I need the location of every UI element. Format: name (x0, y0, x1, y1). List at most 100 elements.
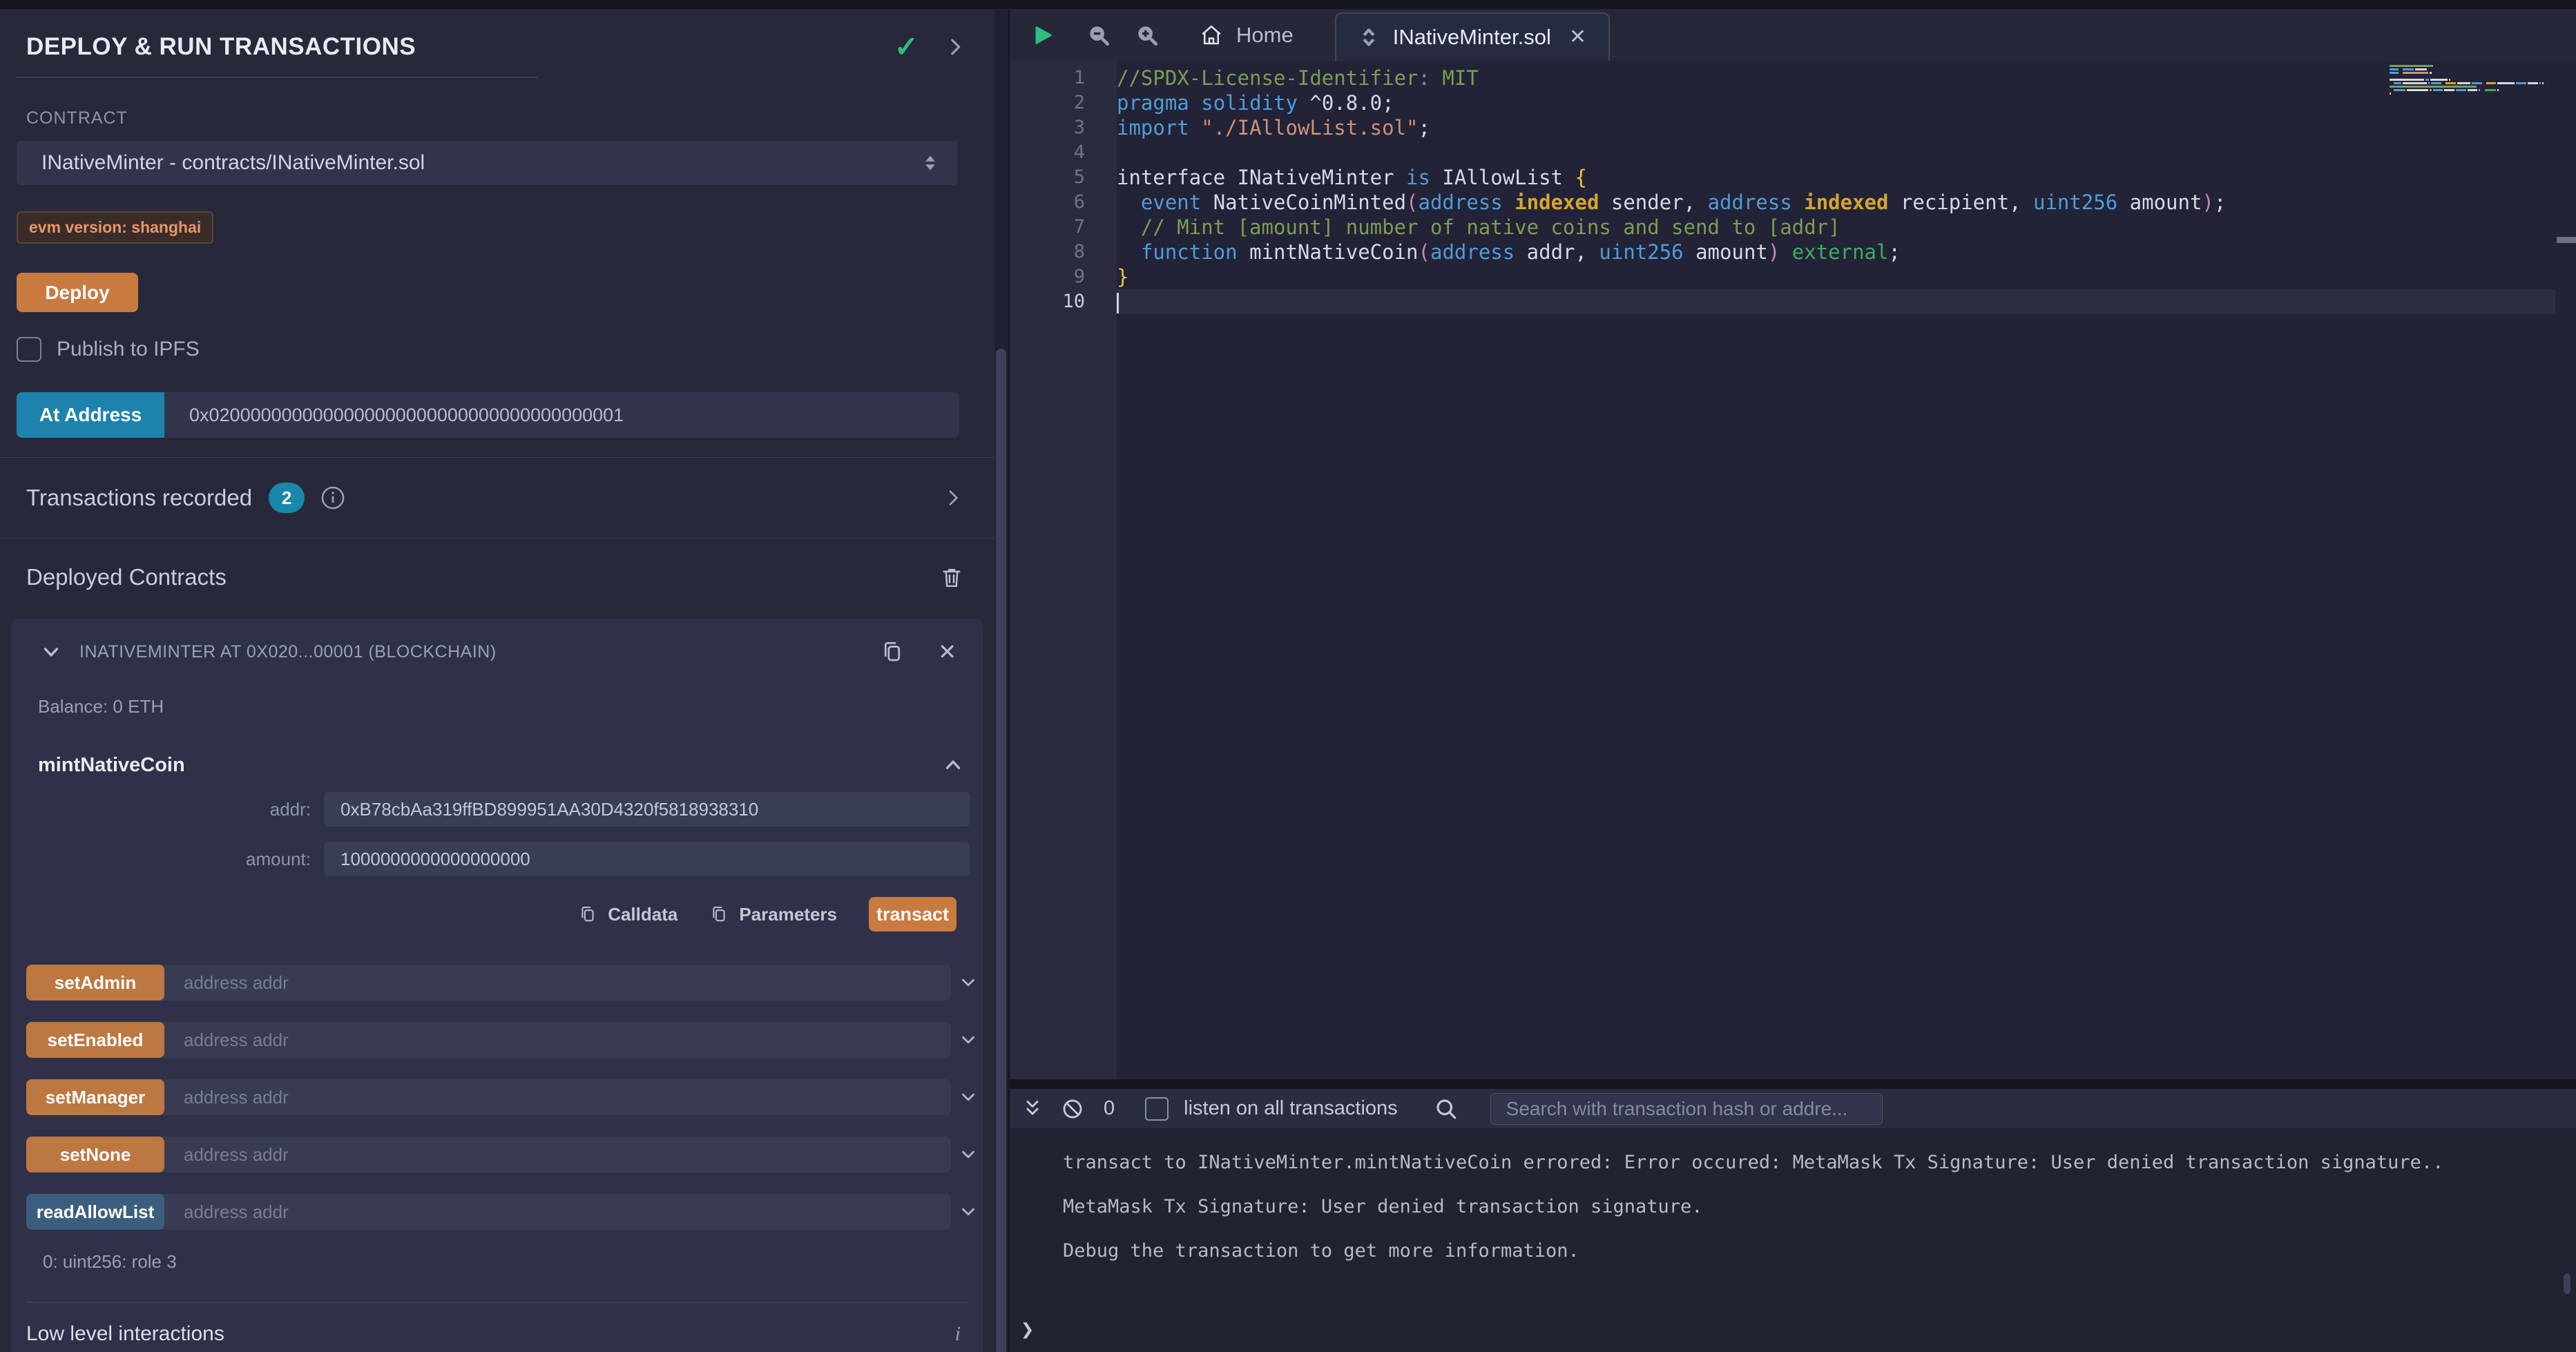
code-line[interactable]: interface INativeMinter is IAllowList { (1117, 165, 2383, 190)
copy-calldata-button[interactable]: Calldata (578, 904, 677, 925)
low-level-header: Low level interactions i (26, 1322, 961, 1346)
deployed-contracts-title: Deployed Contracts (26, 564, 227, 590)
copy-address-icon[interactable] (880, 639, 905, 664)
select-caret-icon (918, 151, 943, 175)
amount-field-input[interactable] (324, 842, 970, 876)
at-address-input[interactable] (164, 392, 959, 438)
terminal-output[interactable]: transact to INativeMinter.mintNativeCoin… (1010, 1128, 2576, 1352)
line-number: 7 (1010, 215, 1117, 240)
chevron-down-icon[interactable] (958, 1201, 979, 1222)
function-input-readAllowList[interactable] (164, 1194, 951, 1230)
instance-header[interactable]: INATIVEMINTER AT 0X020...00001 (BLOCKCHA… (12, 619, 983, 664)
transactions-recorded-row[interactable]: Transactions recorded 2 (0, 457, 994, 539)
function-row-setEnabled: setEnabled (26, 1022, 951, 1058)
remix-ide-window: DEPLOY & RUN TRANSACTIONS ✓ CONTRACT INa… (0, 0, 2576, 1352)
code-lines: //SPDX-License-Identifier: MITpragma sol… (1117, 66, 2383, 314)
contract-label: CONTRACT (26, 108, 994, 128)
tab-home[interactable]: Home (1199, 23, 1294, 48)
collapse-panel-icon[interactable] (943, 35, 967, 59)
function-row-setManager: setManager (26, 1079, 951, 1115)
code-area[interactable]: 12345678910 //SPDX-License-Identifier: M… (1010, 61, 2576, 1079)
code-line[interactable] (1117, 289, 2383, 314)
line-number: 6 (1010, 190, 1117, 215)
at-address-button[interactable]: At Address (17, 392, 164, 438)
terminal-log-line[interactable]: transact to INativeMinter.mintNativeCoin… (1063, 1141, 2576, 1185)
function-button-setManager[interactable]: setManager (26, 1079, 164, 1115)
amount-field-row: amount: (12, 842, 970, 876)
info-icon (320, 485, 346, 511)
function-row-setAdmin: setAdmin (26, 965, 951, 1001)
function-input-setAdmin[interactable] (164, 965, 951, 1001)
close-tab-icon[interactable]: ✕ (1569, 27, 1586, 48)
listen-all-transactions-checkbox[interactable] (1145, 1097, 1169, 1121)
publish-ipfs-checkbox[interactable] (17, 337, 41, 362)
open-function-header[interactable]: mintNativeCoin (38, 753, 965, 777)
publish-ipfs-row: Publish to IPFS (17, 337, 994, 362)
line-number: 9 (1010, 264, 1117, 289)
instance-title: INATIVEMINTER AT 0X020...00001 (BLOCKCHA… (79, 642, 497, 662)
terminal-prompt[interactable]: ❯ (1021, 1316, 1034, 1342)
copy-parameters-button[interactable]: Parameters (709, 904, 837, 925)
code-line[interactable] (1117, 140, 2383, 165)
code-line[interactable]: //SPDX-License-Identifier: MIT (1117, 66, 2383, 90)
chevron-down-icon[interactable] (958, 1087, 979, 1108)
terminal-log-line[interactable]: Debug the transaction to get more inform… (1063, 1229, 2576, 1273)
overview-ruler-cursor-marker (2557, 237, 2576, 243)
code-line[interactable]: // Mint [amount] number of native coins … (1117, 215, 2383, 240)
function-input-setEnabled[interactable] (164, 1022, 951, 1058)
transact-button[interactable]: transact (869, 897, 957, 931)
function-action-row: Calldata Parameters transact (12, 897, 957, 931)
function-button-setEnabled[interactable]: setEnabled (26, 1022, 164, 1058)
code-line[interactable]: pragma solidity ^0.8.0; (1117, 90, 2383, 115)
function-button-setAdmin[interactable]: setAdmin (26, 965, 164, 1001)
page-title: DEPLOY & RUN TRANSACTIONS (26, 33, 416, 61)
line-number: 1 (1010, 66, 1117, 90)
addr-field-input[interactable] (324, 792, 970, 827)
text-cursor (1117, 293, 1119, 313)
code-line[interactable]: event NativeCoinMinted(address indexed s… (1117, 190, 2383, 215)
function-input-setNone[interactable] (164, 1137, 951, 1172)
chevron-down-icon[interactable] (958, 1144, 979, 1165)
collapse-terminal-icon[interactable] (1021, 1097, 1044, 1121)
chevron-up-icon[interactable] (941, 753, 965, 777)
solidity-file-icon (1358, 26, 1379, 49)
terminal: 0 listen on all transactions transact to… (1008, 1089, 2576, 1352)
line-number: 5 (1010, 165, 1117, 190)
panel-scrollbar-thumb[interactable] (996, 349, 1006, 1352)
zoom-in-icon[interactable] (1134, 22, 1160, 48)
copy-calldata-label: Calldata (608, 904, 677, 925)
deploy-button[interactable]: Deploy (17, 273, 138, 312)
contract-select-value: INativeMinter - contracts/INativeMinter.… (17, 151, 425, 175)
minimap-line (2390, 95, 2555, 98)
function-input-setManager[interactable] (164, 1079, 951, 1115)
close-instance-icon[interactable]: ✕ (938, 641, 957, 663)
window-top-strip (0, 0, 2576, 9)
pending-tx-count: 0 (1104, 1097, 1115, 1120)
clear-console-icon[interactable] (1061, 1097, 1084, 1121)
run-script-icon[interactable] (1030, 21, 1055, 49)
chevron-down-icon[interactable] (958, 1030, 979, 1050)
contract-select[interactable]: INativeMinter - contracts/INativeMinter.… (17, 141, 958, 185)
terminal-toolbar: 0 listen on all transactions (1010, 1089, 2576, 1128)
chevron-down-icon[interactable] (39, 640, 63, 664)
transactions-expand-icon[interactable] (942, 487, 964, 509)
minimap[interactable] (2390, 61, 2555, 98)
code-line[interactable]: function mintNativeCoin(address addr, ui… (1117, 240, 2383, 264)
open-function-name: mintNativeCoin (38, 754, 185, 777)
function-button-readAllowList[interactable]: readAllowList (26, 1194, 164, 1230)
terminal-scrollbar-thumb[interactable] (2564, 1273, 2570, 1294)
zoom-out-icon[interactable] (1086, 22, 1112, 48)
transactions-count-badge: 2 (269, 483, 305, 513)
chevron-down-icon[interactable] (958, 972, 979, 993)
listen-all-transactions-label: listen on all transactions (1184, 1097, 1398, 1120)
tab-inativeminter[interactable]: INativeMinter.sol ✕ (1335, 12, 1610, 61)
line-number: 10 (1010, 289, 1117, 314)
code-line[interactable]: } (1117, 264, 2383, 289)
trash-icon[interactable] (939, 565, 964, 590)
addr-field-row: addr: (12, 792, 970, 827)
code-line[interactable]: import "./IAllowList.sol"; (1117, 115, 2383, 140)
terminal-search-input[interactable] (1490, 1093, 1883, 1125)
function-button-setNone[interactable]: setNone (26, 1137, 164, 1172)
evm-version-badge: evm version: shanghai (17, 211, 213, 244)
terminal-log-line[interactable]: MetaMask Tx Signature: User denied trans… (1063, 1185, 2576, 1229)
